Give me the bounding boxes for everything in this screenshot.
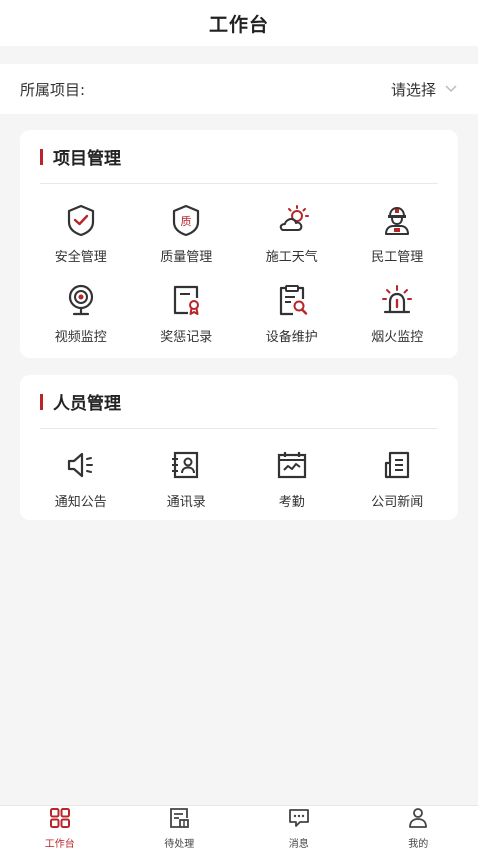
tile-smoke-fire-monitoring[interactable]: 烟火监控 bbox=[345, 276, 451, 356]
section-title: 人员管理 bbox=[53, 394, 121, 414]
tile-quality-management[interactable]: 质 质量管理 bbox=[134, 196, 240, 276]
svg-text:质: 质 bbox=[181, 215, 192, 228]
chevron-down-icon bbox=[444, 80, 458, 99]
tab-label: 待处理 bbox=[164, 838, 195, 850]
personnel-management-card: 人员管理 通知公告 通讯录 考勤 公司新闻 bbox=[20, 375, 458, 520]
worker-icon bbox=[379, 202, 415, 238]
news-icon bbox=[379, 447, 415, 483]
tile-label: 烟火监控 bbox=[371, 330, 424, 345]
tile-construction-weather[interactable]: 施工天气 bbox=[239, 196, 345, 276]
tile-label: 公司新闻 bbox=[371, 495, 424, 510]
todo-icon bbox=[168, 807, 190, 833]
project-selector-row[interactable]: 所属项目: 请选择 bbox=[0, 64, 478, 114]
attendance-icon bbox=[274, 447, 310, 483]
tile-label: 考勤 bbox=[278, 495, 305, 510]
tile-label: 民工管理 bbox=[371, 250, 424, 265]
tile-label: 质量管理 bbox=[160, 250, 213, 265]
speaker-icon bbox=[63, 447, 99, 483]
tile-attendance[interactable]: 考勤 bbox=[239, 441, 345, 521]
alarm-light-icon bbox=[379, 282, 415, 318]
project-select[interactable]: 请选择 bbox=[391, 79, 458, 100]
grid-icon bbox=[49, 807, 71, 833]
contacts-icon bbox=[168, 447, 204, 483]
device-maintenance-icon bbox=[274, 282, 310, 318]
section-accent-bar bbox=[40, 393, 43, 410]
tile-worker-management[interactable]: 民工管理 bbox=[345, 196, 451, 276]
profile-icon bbox=[407, 807, 429, 833]
section-accent-bar bbox=[40, 148, 43, 165]
section-header: 项目管理 bbox=[40, 130, 438, 184]
tab-mine[interactable]: 我的 bbox=[359, 806, 478, 850]
tile-notice-announcement[interactable]: 通知公告 bbox=[28, 441, 134, 521]
bottom-tab-bar: 工作台 待处理 消息 我的 bbox=[0, 805, 478, 850]
app-header: 工作台 bbox=[0, 0, 478, 46]
weather-icon bbox=[274, 202, 310, 238]
tile-label: 安全管理 bbox=[54, 250, 107, 265]
tile-safety-management[interactable]: 安全管理 bbox=[28, 196, 134, 276]
tile-video-monitoring[interactable]: 视频监控 bbox=[28, 276, 134, 356]
project-label: 所属项目: bbox=[20, 80, 86, 99]
camera-icon bbox=[63, 282, 99, 318]
shield-check-icon bbox=[63, 202, 99, 238]
message-icon bbox=[288, 807, 310, 833]
tile-label: 通知公告 bbox=[54, 495, 107, 510]
tile-label: 视频监控 bbox=[54, 330, 107, 345]
section-title: 项目管理 bbox=[53, 149, 121, 169]
section-header: 人员管理 bbox=[40, 375, 438, 429]
tab-messages[interactable]: 消息 bbox=[239, 806, 359, 850]
tile-label: 通讯录 bbox=[166, 495, 206, 510]
tab-workbench[interactable]: 工作台 bbox=[0, 806, 120, 850]
project-select-value[interactable]: 请选择 bbox=[391, 79, 436, 100]
project-management-card: 项目管理 安全管理 质 质量管理 施工天气 民工管理 视频监控 奖惩记录 设备维… bbox=[20, 130, 458, 358]
tab-pending[interactable]: 待处理 bbox=[120, 806, 240, 850]
page-title: 工作台 bbox=[208, 13, 269, 36]
quality-shield-icon: 质 bbox=[168, 202, 204, 238]
tile-contacts[interactable]: 通讯录 bbox=[134, 441, 240, 521]
tile-equipment-maintenance[interactable]: 设备维护 bbox=[239, 276, 345, 356]
tab-label: 消息 bbox=[288, 838, 309, 850]
tile-label: 设备维护 bbox=[265, 330, 318, 345]
tab-label: 工作台 bbox=[44, 838, 75, 850]
tab-label: 我的 bbox=[408, 838, 429, 850]
tile-label: 奖惩记录 bbox=[160, 330, 213, 345]
tile-reward-penalty-record[interactable]: 奖惩记录 bbox=[134, 276, 240, 356]
award-record-icon bbox=[168, 282, 204, 318]
tile-company-news[interactable]: 公司新闻 bbox=[345, 441, 451, 521]
tile-label: 施工天气 bbox=[265, 250, 318, 265]
